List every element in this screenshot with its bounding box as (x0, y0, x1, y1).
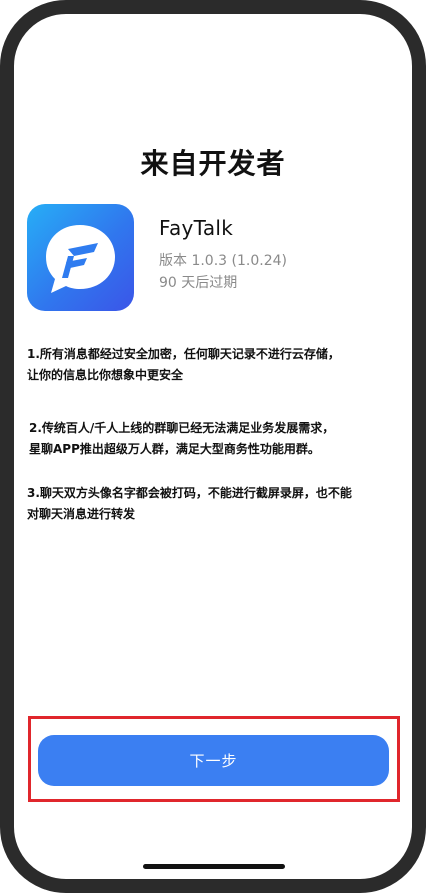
note-security: 1.所有消息都经过安全加密，任何聊天记录不进行云存储， 让你的信息比你想象中更安… (27, 347, 340, 382)
note-privacy: 3.聊天双方头像名字都会被打码，不能进行截屏录屏，也不能 对聊天消息进行转发 (27, 486, 352, 521)
faytalk-app-icon (27, 204, 134, 311)
note-group-chat: 2.传统百人/千人上线的群聊已经无法满足业务发展需求， 星聊APP推出超级万人群… (29, 421, 335, 456)
screen: 来自开发者 FayTalk 版本 1.0.3 (1.0.24) 90 天后过期 … (14, 14, 412, 879)
page-title: 来自开发者 (140, 147, 286, 180)
phone-frame: 来自开发者 FayTalk 版本 1.0.3 (1.0.24) 90 天后过期 … (0, 0, 426, 893)
chat-bubble-icon (46, 225, 115, 293)
app-header: FayTalk 版本 1.0.3 (1.0.24) 90 天后过期 (27, 204, 399, 312)
app-expiry: 90 天后过期 (159, 275, 238, 291)
app-name: FayTalk (159, 216, 234, 240)
home-indicator[interactable] (143, 864, 285, 869)
next-button[interactable]: 下一步 (38, 735, 389, 786)
app-version: 版本 1.0.3 (1.0.24) (159, 253, 287, 269)
